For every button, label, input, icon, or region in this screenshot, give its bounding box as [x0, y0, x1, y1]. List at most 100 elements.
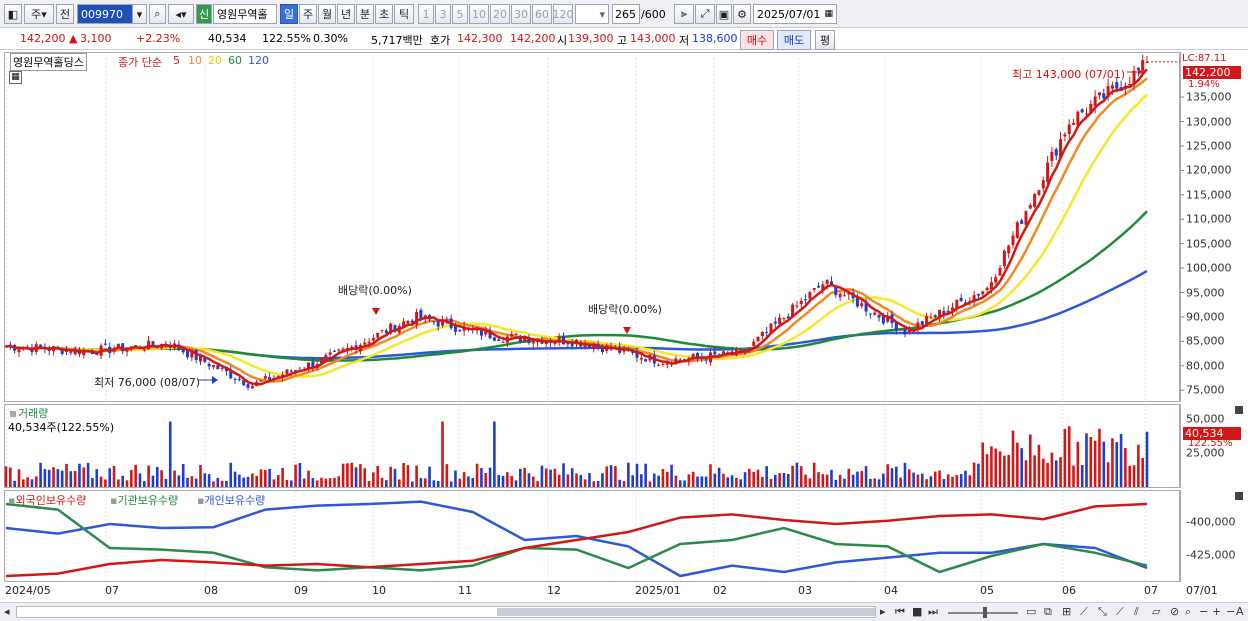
legend-institution[interactable]: ▪기관보유수량	[110, 492, 178, 508]
scrollbar-thumb[interactable]	[497, 608, 875, 616]
vol-tick-50000: 50,000	[1186, 412, 1225, 426]
volume-bar	[1093, 440, 1097, 487]
candle-body	[713, 351, 717, 355]
volume-bar	[9, 467, 12, 487]
volume-bar	[920, 473, 924, 487]
volume-bar	[959, 474, 963, 487]
scroll-right-icon[interactable]: ▸	[880, 605, 886, 618]
volume-bar	[454, 470, 457, 487]
zoom-in-icon[interactable]: +	[1212, 605, 1221, 618]
volume-bar	[514, 480, 518, 487]
volume-bar	[1029, 434, 1032, 487]
volume-bar	[86, 462, 90, 487]
volume-bar	[1072, 465, 1075, 487]
stop-icon[interactable]: ■	[912, 605, 922, 618]
volume-bar	[1037, 444, 1041, 487]
tool-fib-icon[interactable]: ⫽	[1134, 605, 1139, 619]
legend-foreign[interactable]: ▪외국인보유수량	[8, 492, 86, 508]
volume-bar	[82, 467, 86, 487]
volume-bar	[484, 472, 488, 487]
candle-body	[600, 348, 604, 353]
volume-bar	[912, 472, 915, 487]
candle-body	[855, 298, 859, 307]
font-size-icon[interactable]: A	[1236, 605, 1244, 618]
tool-arrow-icon[interactable]: ⤡	[1098, 605, 1107, 619]
volume-bar	[112, 465, 116, 487]
candle-body	[527, 339, 531, 344]
volume-bar	[47, 469, 51, 487]
price-tick: 75,000	[1186, 383, 1225, 397]
volume-bar	[17, 469, 21, 487]
candle-body	[332, 350, 336, 352]
volume-bar	[843, 478, 846, 487]
volume-bar	[1003, 455, 1006, 487]
candle-body	[920, 321, 924, 325]
candle-body	[216, 365, 220, 370]
candle-body	[929, 317, 933, 319]
volume-bar	[696, 476, 699, 487]
zoom-search-icon[interactable]: ⌕	[1185, 605, 1191, 619]
legend-individual[interactable]: ▪개인보유수량	[197, 492, 265, 508]
candle-body	[1028, 204, 1032, 209]
tool-trend-icon[interactable]: ⟋	[1116, 605, 1124, 619]
rewind-icon[interactable]: ⏮	[895, 605, 905, 619]
x-label: 08	[204, 584, 218, 597]
table-icon[interactable]: ▦	[9, 71, 22, 84]
volume-bar	[519, 468, 522, 487]
tool-line-icon[interactable]: ⟋	[1080, 605, 1088, 619]
volume-bar	[856, 471, 859, 487]
tool-link-icon[interactable]: ⊘	[1170, 605, 1179, 618]
volume-bar	[709, 464, 712, 487]
tool-grid-icon[interactable]: ⊞	[1062, 605, 1071, 618]
scroll-left-icon[interactable]: ◂	[4, 605, 10, 618]
stock-name-tag[interactable]: 영원무역홀딩스	[10, 53, 87, 71]
candle-body	[142, 349, 146, 351]
candle-body	[501, 341, 505, 343]
zoom-out-icon[interactable]: −	[1199, 605, 1208, 618]
tool-box-icon[interactable]: ▭	[1026, 605, 1036, 618]
volume-bar	[886, 464, 889, 487]
pane-close-icon[interactable]	[1235, 406, 1243, 414]
volume-bar	[1080, 465, 1084, 487]
volume-bar	[289, 480, 293, 487]
candle-body	[220, 367, 224, 369]
candle-body	[207, 363, 211, 367]
volume-bar	[704, 476, 708, 487]
pane-close-icon-2[interactable]	[1235, 492, 1243, 500]
price-tick: 95,000	[1186, 286, 1225, 299]
fast-forward-icon[interactable]: ⏭	[928, 605, 938, 619]
price-tick: 80,000	[1186, 359, 1225, 373]
zoom-handle[interactable]	[983, 607, 987, 618]
volume-bar	[359, 464, 362, 487]
candle-body	[233, 379, 237, 381]
volume-bar	[60, 470, 64, 487]
volume-bar	[631, 475, 634, 487]
volume-bar	[134, 464, 137, 487]
x-label: 07	[105, 584, 119, 597]
candle-body	[211, 365, 215, 368]
candle-body	[1041, 180, 1045, 189]
tool-copy-icon[interactable]: ⧉	[1044, 605, 1052, 619]
candle-body	[263, 376, 267, 379]
volume-bar	[354, 467, 358, 487]
candle-body	[103, 343, 107, 345]
volume-bar	[415, 465, 418, 487]
dash-icon[interactable]: −	[1226, 605, 1235, 618]
volume-bar	[877, 479, 881, 487]
candle-body	[1015, 222, 1019, 238]
volume-bar	[324, 478, 328, 487]
x-label: 04	[884, 584, 898, 597]
tool-rect-icon[interactable]: ▱	[1152, 605, 1160, 618]
volume-bar	[799, 466, 803, 487]
candle-body	[838, 293, 842, 298]
volume-bar	[985, 454, 989, 487]
volume-bar	[549, 469, 552, 487]
candle-body	[406, 320, 410, 324]
volume-bar	[531, 476, 535, 487]
volume-bar	[441, 421, 444, 487]
scrollbar-track[interactable]	[16, 606, 876, 618]
volume-bar	[207, 474, 211, 487]
x-label: 05	[980, 584, 994, 597]
volume-bar	[95, 469, 99, 487]
volume-bar	[756, 469, 760, 487]
